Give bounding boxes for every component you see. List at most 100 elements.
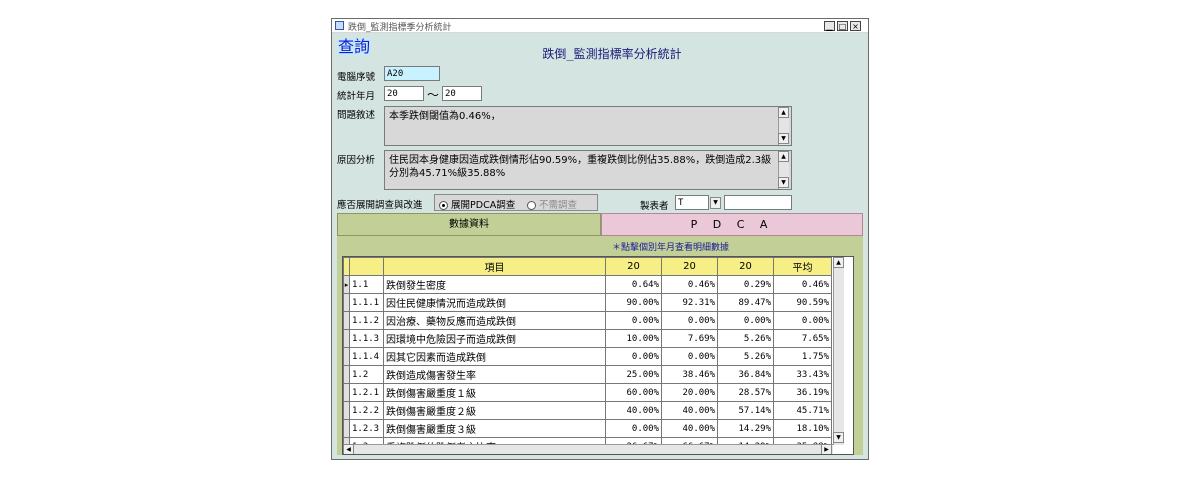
row-value-3[interactable]: 28.57% xyxy=(717,383,774,402)
table-row[interactable]: 1.2.2 跌倒傷害嚴重度２級 40.00% 40.00% 57.14% 45.71% xyxy=(343,401,832,420)
row-item: 跌倒傷害嚴重度２級 xyxy=(383,401,606,420)
radio-unchecked-icon[interactable] xyxy=(527,201,536,210)
report-title: 跌倒_監測指標率分析統計 xyxy=(542,47,682,61)
row-code: 1.2.2 xyxy=(349,401,384,420)
row-average: 90.59% xyxy=(773,293,832,312)
row-value-1[interactable]: 0.00% xyxy=(605,419,662,438)
minimize-button[interactable]: ▁ xyxy=(824,21,835,31)
row-item: 跌倒發生密度 xyxy=(383,275,606,294)
row-value-1[interactable]: 60.00% xyxy=(605,383,662,402)
cause-textarea[interactable]: 住民因本身健康因造成跌倒情形佔90.59%，重複跌倒比例佔35.88%，跌倒造成… xyxy=(384,150,792,190)
scroll-down-icon[interactable]: ▼ xyxy=(778,133,789,144)
grid-horizontal-scrollbar[interactable]: ◀ ▶ xyxy=(343,444,833,454)
scroll-down-icon[interactable]: ▼ xyxy=(778,177,789,188)
header-period-3[interactable]: 20 xyxy=(717,257,774,276)
tab-data[interactable]: 數據資料 xyxy=(337,213,601,236)
data-grid[interactable]: 項目 20 20 20 平均 ▸ 1.1 跌倒發生密度 0.64% 0.46% 0.29%… xyxy=(342,256,854,455)
problem-textarea[interactable]: 本季跌倒閾值為0.46%， xyxy=(384,106,792,146)
row-average: 18.10% xyxy=(773,419,832,438)
cause-text: 住民因本身健康因造成跌倒情形佔90.59%，重複跌倒比例佔35.88%，跌倒造成… xyxy=(389,155,772,179)
header-period-2[interactable]: 20 xyxy=(661,257,718,276)
row-value-2[interactable]: 0.00% xyxy=(661,311,718,330)
maximize-button[interactable]: □ xyxy=(837,21,848,31)
grid-vertical-scrollbar[interactable]: ▲ ▼ xyxy=(833,257,844,445)
stat-to-field[interactable]: 20 xyxy=(442,86,482,101)
row-value-3[interactable]: 14.29% xyxy=(717,419,774,438)
tab-pdca[interactable]: P D C A xyxy=(601,213,863,236)
table-row[interactable]: 1.1.1 因住民健康情況而造成跌倒 90.00% 92.31% 89.47% 90.59… xyxy=(343,293,832,312)
row-value-2[interactable]: 0.46% xyxy=(661,275,718,294)
problem-label: 問題敘述 xyxy=(337,110,376,121)
table-row[interactable]: 1.2 跌倒造成傷害發生率 25.00% 38.46% 36.84% 33.43% xyxy=(343,365,832,384)
improve-label: 應否展開調查與改進 xyxy=(337,200,423,211)
row-value-1[interactable]: 0.00% xyxy=(605,347,662,366)
stat-from-field[interactable]: 20 xyxy=(384,86,424,101)
row-value-1[interactable]: 90.00% xyxy=(605,293,662,312)
row-value-1[interactable]: 0.64% xyxy=(605,275,662,294)
reporter-select[interactable]: T xyxy=(675,195,709,210)
row-value-2[interactable]: 20.00% xyxy=(661,383,718,402)
query-title: 查詢 xyxy=(337,37,372,56)
header-period-1[interactable]: 20 xyxy=(605,257,662,276)
row-value-3[interactable]: 0.29% xyxy=(717,275,774,294)
row-value-2[interactable]: 0.00% xyxy=(661,347,718,366)
scroll-up-icon[interactable]: ▲ xyxy=(778,107,789,118)
scroll-down-icon[interactable]: ▼ xyxy=(833,432,844,443)
row-value-2[interactable]: 38.46% xyxy=(661,365,718,384)
stat-month-label: 統計年月 xyxy=(337,91,376,102)
report-window: 跌倒_監測指標季分析統計 ▁ □ × 查詢 跌倒_監測指標率分析統計 電腦序號 … xyxy=(331,18,869,460)
scroll-left-icon[interactable]: ◀ xyxy=(343,444,354,454)
computer-no-field[interactable]: A20 xyxy=(384,66,440,81)
radio-pdca[interactable]: 展開PDCA調查 xyxy=(439,197,515,211)
row-value-3[interactable]: 89.47% xyxy=(717,293,774,312)
row-code: 1.1.3 xyxy=(349,329,384,348)
row-value-1[interactable]: 25.00% xyxy=(605,365,662,384)
row-average: 0.46% xyxy=(773,275,832,294)
cause-scrollbar[interactable]: ▲ ▼ xyxy=(778,151,789,189)
radio-checked-icon[interactable] xyxy=(439,201,448,210)
row-item: 因其它因素而造成跌倒 xyxy=(383,347,606,366)
row-value-2[interactable]: 92.31% xyxy=(661,293,718,312)
row-value-3[interactable]: 5.26% xyxy=(717,347,774,366)
table-row[interactable]: 1.1.2 因治療、藥物反應而造成跌倒 0.00% 0.00% 0.00% 0.00% xyxy=(343,311,832,330)
row-item: 因住民健康情況而造成跌倒 xyxy=(383,293,606,312)
dropdown-arrow-icon[interactable]: ▼ xyxy=(710,197,721,209)
row-value-1[interactable]: 10.00% xyxy=(605,329,662,348)
row-value-2[interactable]: 40.00% xyxy=(661,401,718,420)
reporter-label: 製表者 xyxy=(640,201,669,212)
row-code: 1.1.4 xyxy=(349,347,384,366)
table-row[interactable]: ▸ 1.1 跌倒發生密度 0.64% 0.46% 0.29% 0.46% xyxy=(343,275,832,294)
row-value-1[interactable]: 0.00% xyxy=(605,311,662,330)
row-value-3[interactable]: 0.00% xyxy=(717,311,774,330)
scroll-up-icon[interactable]: ▲ xyxy=(833,257,844,268)
row-value-2[interactable]: 7.69% xyxy=(661,329,718,348)
table-row[interactable]: 1.2.3 跌倒傷害嚴重度３級 0.00% 40.00% 14.29% 18.10% xyxy=(343,419,832,438)
row-code: 1.2 xyxy=(349,365,384,384)
close-button[interactable]: × xyxy=(850,21,861,31)
table-row[interactable]: 1.1.4 因其它因素而造成跌倒 0.00% 0.00% 5.26% 1.75% xyxy=(343,347,832,366)
table-row[interactable]: 1.2.1 跌倒傷害嚴重度１級 60.00% 20.00% 28.57% 36.19% xyxy=(343,383,832,402)
row-value-1[interactable]: 40.00% xyxy=(605,401,662,420)
range-separator: ～ xyxy=(427,88,440,102)
scroll-right-icon[interactable]: ▶ xyxy=(821,444,832,454)
title-bar[interactable]: 跌倒_監測指標季分析統計 ▁ □ × xyxy=(332,19,868,33)
row-average: 45.71% xyxy=(773,401,832,420)
row-value-3[interactable]: 57.14% xyxy=(717,401,774,420)
radio-no-survey[interactable]: 不需調查 xyxy=(527,197,577,211)
row-item: 跌倒傷害嚴重度１級 xyxy=(383,383,606,402)
computer-no-label: 電腦序號 xyxy=(337,72,376,83)
row-item: 因治療、藥物反應而造成跌倒 xyxy=(383,311,606,330)
scroll-up-icon[interactable]: ▲ xyxy=(778,151,789,162)
row-code: 1.2.1 xyxy=(349,383,384,402)
row-item: 跌倒造成傷害發生率 xyxy=(383,365,606,384)
row-value-3[interactable]: 5.26% xyxy=(717,329,774,348)
reporter-name-field[interactable] xyxy=(724,195,792,210)
row-value-2[interactable]: 40.00% xyxy=(661,419,718,438)
row-code: 1.1 xyxy=(349,275,384,294)
row-item: 因環境中危險因子而造成跌倒 xyxy=(383,329,606,348)
row-value-3[interactable]: 36.84% xyxy=(717,365,774,384)
stats-table: 項目 20 20 20 平均 ▸ 1.1 跌倒發生密度 0.64% 0.46% 0.29%… xyxy=(343,257,832,454)
table-row[interactable]: 1.1.3 因環境中危險因子而造成跌倒 10.00% 7.69% 5.26% 7.65% xyxy=(343,329,832,348)
row-code: 1.1.1 xyxy=(349,293,384,312)
problem-scrollbar[interactable]: ▲ ▼ xyxy=(778,107,789,145)
